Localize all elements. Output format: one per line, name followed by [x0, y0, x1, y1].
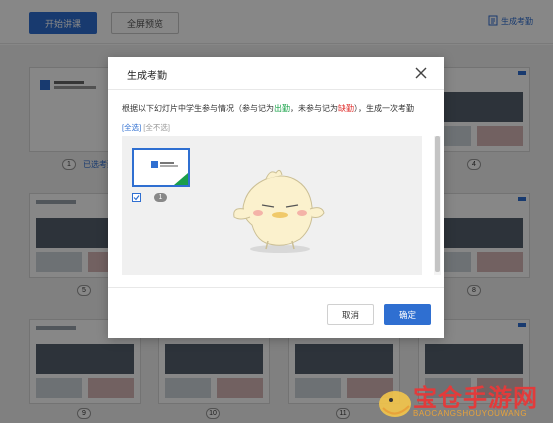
- mascot-illustration: [233, 169, 325, 253]
- select-none-link[interactable]: [全不选]: [143, 123, 170, 132]
- selection-links: [全选] [全不选]: [122, 122, 170, 133]
- check-icon: [133, 195, 140, 201]
- cancel-button[interactable]: 取消: [327, 304, 374, 325]
- dialog-title: 生成考勤: [127, 71, 167, 82]
- selectable-slide-thumbnail[interactable]: [132, 148, 190, 187]
- selected-corner-icon: [174, 173, 188, 185]
- present-label: 出勤: [274, 104, 290, 113]
- generate-attendance-dialog: 生成考勤 根据以下幻灯片中学生参与情况（参与记为出勤，未参与记为缺勤），生成一次…: [108, 57, 444, 338]
- watermark-subtitle: BAOCANGSHOUYOUWANG: [413, 409, 528, 418]
- scrollbar-thumb[interactable]: [435, 136, 440, 272]
- watermark-title: 宝仓手游网: [413, 384, 538, 412]
- dialog-footer-divider: [108, 287, 444, 288]
- slide-logo-icon: [151, 161, 158, 168]
- close-icon[interactable]: [414, 66, 428, 80]
- absent-label: 缺勤: [338, 104, 354, 113]
- slide-checkbox[interactable]: [132, 193, 141, 202]
- dialog-description: 根据以下幻灯片中学生参与情况（参与记为出勤，未参与记为缺勤），生成一次考勤: [122, 104, 414, 113]
- confirm-button[interactable]: 确定: [384, 304, 431, 325]
- dialog-header: 生成考勤: [108, 57, 444, 90]
- slide-number-badge: 1: [154, 193, 167, 202]
- select-all-link[interactable]: [全选]: [122, 123, 141, 132]
